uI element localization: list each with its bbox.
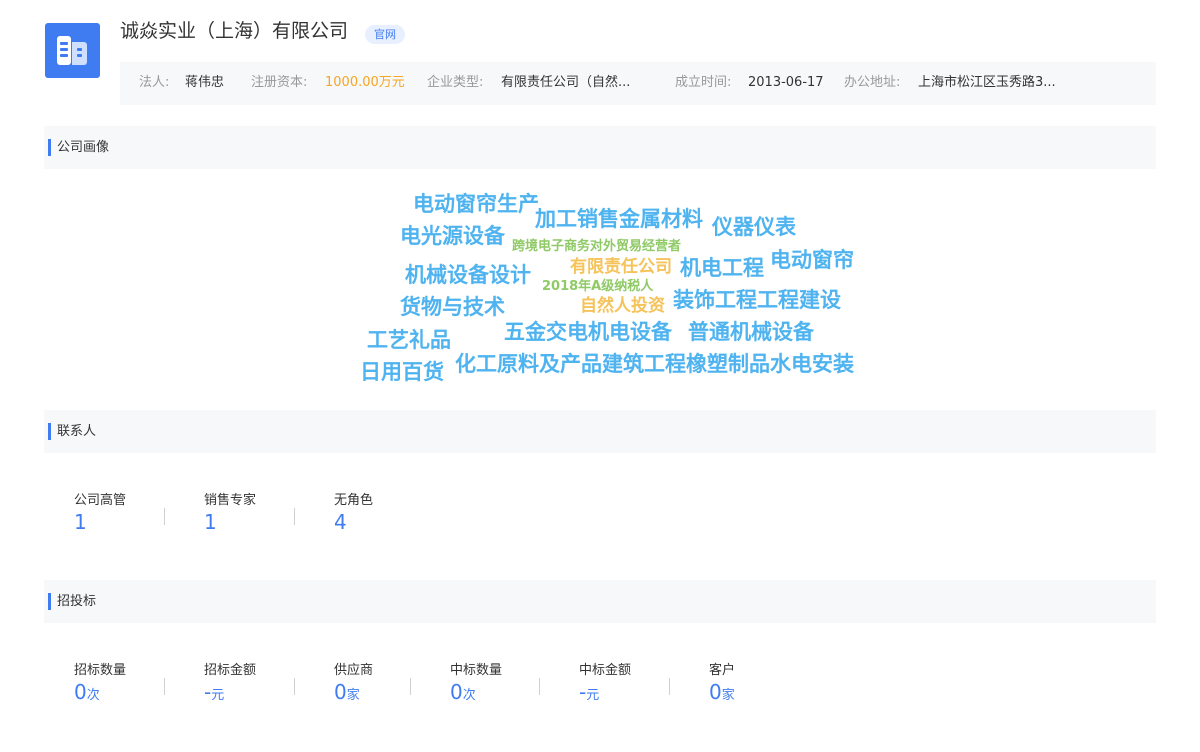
stat-label: 公司高管 [74, 493, 127, 508]
stat-no-role[interactable]: 无角色 4 [334, 493, 373, 534]
tag-cloud-word: 货物与技术 [400, 295, 505, 319]
stat-divider [294, 508, 295, 525]
portrait-section-title: 公司画像 [57, 140, 110, 155]
stat-divider [539, 678, 540, 695]
stat-unit: 元 [211, 688, 225, 703]
stat-sales-experts[interactable]: 销售专家 1 [204, 493, 256, 534]
website-tag[interactable]: 官网 [365, 25, 405, 44]
founded-value: 2013-06-17 [748, 75, 824, 90]
tag-cloud-word: 工艺礼品 [367, 328, 451, 352]
address-label: 办公地址: [844, 75, 901, 90]
tag-cloud-word: 自然人投资 [580, 296, 665, 316]
stat-divider [164, 508, 165, 525]
founded-label: 成立时间: [675, 75, 732, 90]
company-logo-icon [45, 23, 100, 78]
stat-value[interactable]: 1 [204, 510, 256, 534]
tag-cloud-word: 日用百货 [360, 360, 444, 384]
stat-tender-count[interactable]: 招标数量 0次 [74, 663, 126, 708]
stat-value[interactable]: 0 [709, 680, 722, 704]
stat-tender-amount[interactable]: 招标金额 -元 [204, 663, 256, 708]
stat-unit: 次 [462, 688, 476, 703]
tag-cloud-word: 加工销售金属材料 [535, 207, 703, 231]
tag-cloud-word: 仪器仪表 [712, 215, 796, 239]
stat-unit: 家 [346, 688, 360, 703]
stat-value[interactable]: 0 [450, 680, 463, 704]
stat-label: 客户 [709, 663, 736, 678]
stat-unit: 家 [721, 688, 735, 703]
contacts-section-header: 联系人 [44, 410, 1156, 453]
stat-divider [669, 678, 670, 695]
stat-label: 供应商 [334, 663, 374, 678]
stat-label: 中标数量 [450, 663, 503, 678]
stat-award-amount[interactable]: 中标金额 -元 [579, 663, 631, 708]
tag-cloud-word: 电光源设备 [400, 224, 505, 248]
stat-award-count[interactable]: 中标数量 0次 [450, 663, 502, 708]
stat-value[interactable]: 1 [74, 510, 126, 534]
stat-executives[interactable]: 公司高管 1 [74, 493, 126, 534]
stat-customers[interactable]: 客户 0家 [709, 663, 735, 708]
company-info-bar: 法人: 蒋伟忠 注册资本: 1000.00万元 企业类型: 有限责任公司（自然.… [120, 62, 1156, 105]
stat-label: 中标金额 [579, 663, 632, 678]
stat-value[interactable]: 0 [334, 680, 347, 704]
stat-unit: 元 [586, 688, 600, 703]
tag-cloud: 电动窗帘生产 加工销售金属材料 仪器仪表 电光源设备 跨境电子商务对外贸易经营者… [0, 0, 1200, 752]
stat-label: 销售专家 [204, 493, 257, 508]
stat-value[interactable]: 0 [74, 680, 87, 704]
address-value: 上海市松江区玉秀路3... [918, 75, 1056, 90]
tag-cloud-word: 2018年A级纳税人 [542, 279, 654, 294]
tag-cloud-word: 机械设备设计 [405, 263, 531, 287]
tag-cloud-word: 跨境电子商务对外贸易经营者 [512, 239, 682, 254]
company-name: 诚焱实业（上海）有限公司 [120, 20, 349, 42]
stat-label: 无角色 [334, 493, 374, 508]
stat-label: 招标数量 [74, 663, 127, 678]
stat-divider [164, 678, 165, 695]
tag-cloud-word: 五金交电机电设备 [504, 320, 672, 344]
tag-cloud-word: 装饰工程工程建设 [673, 288, 841, 312]
stat-unit: 次 [86, 688, 100, 703]
bidding-section-title: 招投标 [57, 594, 97, 609]
stat-divider [410, 678, 411, 695]
tag-cloud-word: 化工原料及产品建筑工程橡塑制品水电安装 [455, 352, 854, 376]
company-type-label: 企业类型: [427, 75, 484, 90]
legal-person-value[interactable]: 蒋伟忠 [185, 75, 224, 91]
tag-cloud-word: 有限责任公司 [570, 257, 672, 277]
portrait-section-header: 公司画像 [44, 126, 1156, 169]
tag-cloud-word: 普通机械设备 [688, 320, 814, 344]
tag-cloud-word: 电动窗帘生产 [413, 192, 539, 216]
tag-cloud-word: 电动窗帘 [770, 248, 854, 272]
stat-divider [294, 678, 295, 695]
stat-suppliers[interactable]: 供应商 0家 [334, 663, 373, 708]
capital-label: 注册资本: [251, 75, 308, 90]
legal-person-label: 法人: [139, 75, 170, 90]
stat-label: 招标金额 [204, 663, 257, 678]
company-type-value: 有限责任公司（自然... [501, 75, 631, 90]
stat-value[interactable]: 4 [334, 510, 373, 534]
bidding-section-header: 招投标 [44, 580, 1156, 623]
tag-cloud-word: 机电工程 [680, 256, 764, 280]
contacts-section-title: 联系人 [57, 424, 97, 439]
capital-value: 1000.00万元 [325, 75, 405, 90]
